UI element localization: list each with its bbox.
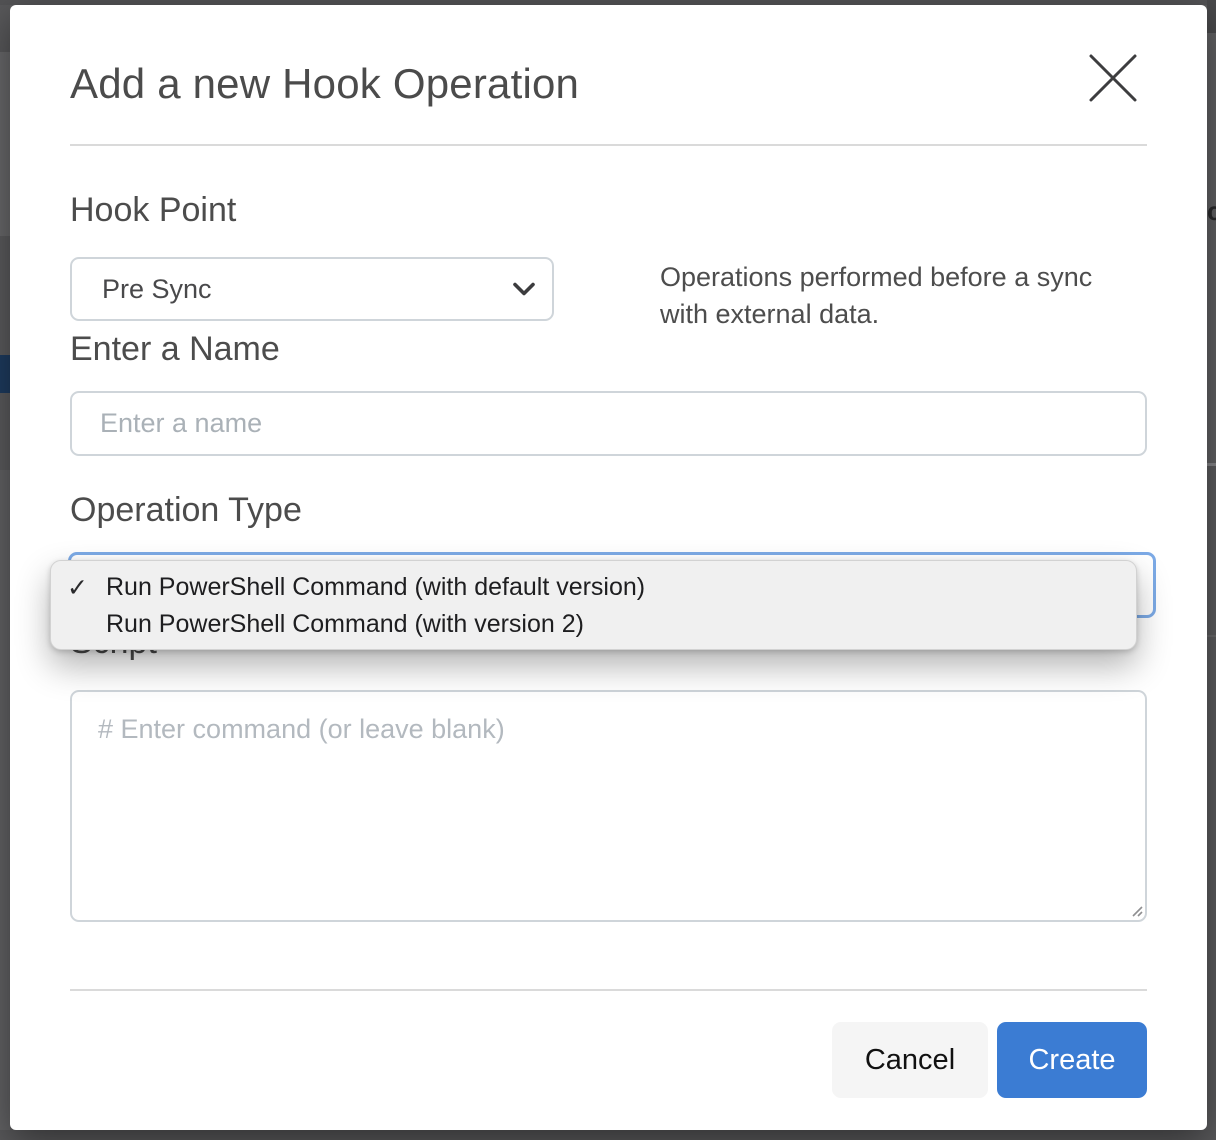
background-text-fragment: e: [0, 192, 10, 222]
cancel-button[interactable]: Cancel: [832, 1022, 988, 1098]
dropdown-option-version-2[interactable]: ✓ Run PowerShell Command (with version 2…: [51, 606, 1136, 643]
operation-type-label: Operation Type: [70, 491, 302, 530]
overlay-band: [0, 1130, 1216, 1140]
name-label: Enter a Name: [70, 330, 280, 369]
dropdown-option-label: Run PowerShell Command (with default ver…: [106, 573, 645, 602]
header-divider: [70, 144, 1147, 146]
hook-point-select[interactable]: Pre Sync: [70, 257, 554, 321]
operation-type-dropdown-menu: ✓ Run PowerShell Command (with default v…: [50, 560, 1137, 650]
hook-point-selected-value: Pre Sync: [102, 274, 212, 305]
footer-divider: [70, 989, 1147, 991]
script-textarea[interactable]: [70, 690, 1147, 922]
background-selected-nav-hint: [0, 355, 10, 393]
overlay-band: [1207, 635, 1216, 637]
name-input[interactable]: [70, 391, 1147, 456]
dropdown-option-label: Run PowerShell Command (with version 2): [106, 610, 584, 639]
overlay-band: [1207, 0, 1216, 33]
dropdown-option-default-version[interactable]: ✓ Run PowerShell Command (with default v…: [51, 569, 1136, 606]
overlay-band: [1207, 466, 1216, 1130]
dialog-title: Add a new Hook Operation: [70, 60, 579, 108]
checkmark-icon: ✓: [51, 573, 106, 603]
overlay-band: [0, 470, 10, 1130]
background-text-fragment: n: [0, 538, 10, 568]
close-icon: [1086, 51, 1140, 105]
hook-point-label: Hook Point: [70, 191, 236, 230]
chevron-down-icon: [512, 282, 536, 297]
overlay-band: [0, 5, 10, 52]
close-button[interactable]: [1082, 47, 1144, 109]
create-button[interactable]: Create: [997, 1022, 1147, 1098]
background-text-fragment: n: [0, 405, 10, 435]
overlay-band: [1207, 33, 1216, 463]
resize-handle-icon[interactable]: [1128, 902, 1144, 918]
add-hook-operation-dialog: Add a new Hook Operation Hook Point Pre …: [10, 5, 1207, 1130]
background-text-fragment: c: [1207, 196, 1216, 226]
screen: e n n c Add a new Hook Operation Hook Po…: [0, 0, 1216, 1140]
hook-point-help-text: Operations performed before a sync with …: [660, 259, 1140, 333]
